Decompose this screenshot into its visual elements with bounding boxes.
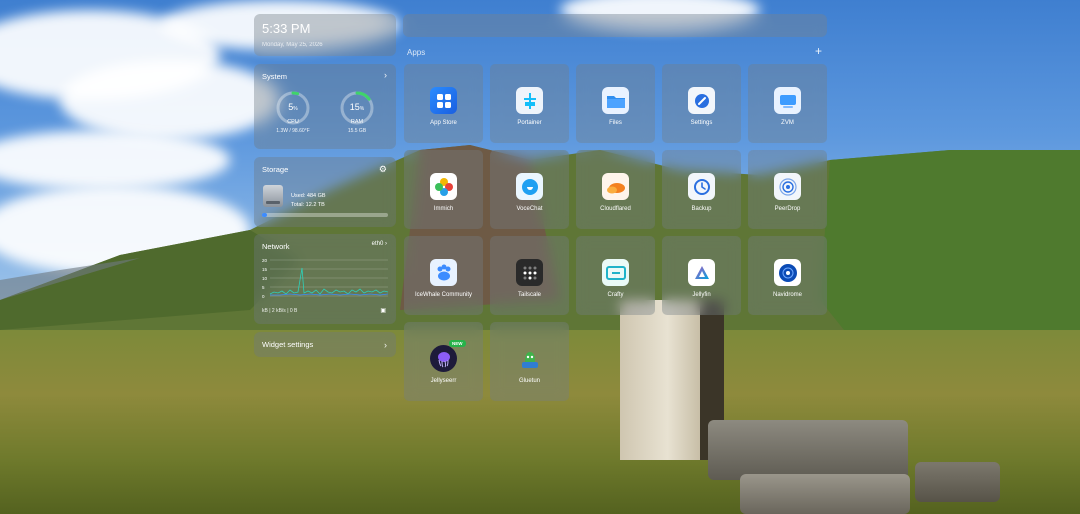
app-name: Cloudflared xyxy=(600,206,631,212)
storage-total: Total: 12.2 TB xyxy=(291,202,325,208)
gear-icon[interactable]: ⚙ xyxy=(379,164,387,175)
app-name: PeerDrop xyxy=(774,206,801,212)
app-tile-files[interactable]: Files xyxy=(576,64,655,143)
cloudflared-icon xyxy=(602,173,629,200)
settings-icon xyxy=(688,87,715,114)
stone xyxy=(915,462,1000,502)
app-store-icon xyxy=(430,87,457,114)
app-tile-icewhale-community[interactable]: IceWhale Community xyxy=(404,236,483,315)
jellyfin-icon xyxy=(688,259,715,286)
network-interface[interactable]: eth0 › xyxy=(372,241,387,247)
app-tile-immich[interactable]: Immich xyxy=(404,150,483,229)
search-bar[interactable] xyxy=(403,14,827,37)
app-tile-zvm[interactable]: ZVM xyxy=(748,64,827,143)
app-tile-backup[interactable]: Backup xyxy=(662,150,741,229)
cpu-label: CPU xyxy=(287,119,299,125)
tailscale-icon xyxy=(516,259,543,286)
app-tile-portainer[interactable]: Portainer xyxy=(490,64,569,143)
app-name: Jellyseerr xyxy=(430,378,457,384)
network-widget[interactable]: Network eth0 › 20 15 10 5 0 kB | 2 kB/s … xyxy=(254,234,396,324)
chevron-right-icon[interactable]: › xyxy=(384,70,387,80)
app-tile-gluetun[interactable]: Gluetun xyxy=(490,322,569,401)
app-name: IceWhale Community xyxy=(414,292,473,298)
hard-drive-icon xyxy=(263,185,283,207)
app-name: VoceChat xyxy=(516,206,543,212)
app-name: Backup xyxy=(691,206,712,212)
traffic-line xyxy=(270,293,389,296)
apps-section-title: Apps xyxy=(407,48,426,57)
ram-value: 15% xyxy=(349,102,365,112)
app-name: Navidrome xyxy=(772,292,802,298)
app-name: ZVM xyxy=(781,120,794,126)
add-app-button[interactable]: + xyxy=(815,44,822,58)
backup-icon xyxy=(688,173,715,200)
app-tile-tailscale[interactable]: Tailscale xyxy=(490,236,569,315)
y-tick: 15 xyxy=(262,267,268,272)
y-tick: 20 xyxy=(262,258,268,263)
cpu-detail: 1.3W / 98.60°F xyxy=(276,128,310,134)
app-tile-jellyseerr[interactable]: NEW Jellyseerr xyxy=(404,322,483,401)
icewhale-community-icon xyxy=(430,259,457,286)
app-tile-cloudflared[interactable]: Cloudflared xyxy=(576,150,655,229)
chevron-right-icon: › xyxy=(384,340,387,350)
cpu-value: 5% xyxy=(288,102,298,112)
files-icon xyxy=(602,87,629,114)
y-tick: 5 xyxy=(262,285,265,290)
storage-used: Used: 484 GB xyxy=(291,193,326,199)
stone xyxy=(740,474,910,514)
app-name: App Store xyxy=(430,120,457,126)
new-badge: NEW xyxy=(449,340,466,347)
system-widget[interactable]: System › 5% CPU 1.3W / 98.60°F 15% RAM 1… xyxy=(254,64,396,149)
network-card-icon: ▣ xyxy=(380,308,386,314)
clock-time: 5:33 PM xyxy=(262,21,311,36)
zvm-icon xyxy=(774,87,801,114)
gluetun-icon xyxy=(516,345,543,372)
crafty-icon xyxy=(602,259,629,286)
app-tile-app-store[interactable]: App Store xyxy=(404,64,483,143)
y-tick: 0 xyxy=(262,294,265,299)
storage-usage-fill xyxy=(262,213,268,217)
network-traffic-chart: 20 15 10 5 0 xyxy=(262,258,389,299)
storage-usage-bar xyxy=(262,213,388,217)
traffic-line xyxy=(269,267,389,295)
app-tile-settings[interactable]: Settings xyxy=(662,64,741,143)
ram-detail: 15.5 GB xyxy=(347,128,367,134)
peerdrop-icon xyxy=(774,173,801,200)
immich-icon xyxy=(430,173,457,200)
ram-label: RAM xyxy=(350,119,364,125)
clock-date: Monday, May 25, 2026 xyxy=(262,42,323,48)
app-name: Jellyfin xyxy=(692,292,711,298)
app-tile-crafty[interactable]: Crafty xyxy=(576,236,655,315)
app-tile-peerdrop[interactable]: PeerDrop xyxy=(748,150,827,229)
stone xyxy=(708,420,908,480)
network-footer: kB | 2 kB/s | 0 B xyxy=(262,308,298,314)
system-title: System xyxy=(262,72,288,81)
app-name: Portainer xyxy=(517,120,542,126)
app-tile-navidrome[interactable]: Navidrome xyxy=(748,236,827,315)
app-tile-vocechat[interactable]: VoceChat xyxy=(490,150,569,229)
navidrome-icon xyxy=(774,259,801,286)
widget-settings-label: Widget settings xyxy=(262,340,314,349)
storage-widget[interactable]: Storage ⚙ Used: 484 GB Total: 12.2 TB xyxy=(254,157,396,227)
app-name: Crafty xyxy=(607,292,624,298)
app-name: Immich xyxy=(433,206,454,212)
jellyseerr-icon xyxy=(430,345,457,372)
app-name: Settings xyxy=(690,120,713,126)
widget-settings-button[interactable]: Widget settings › xyxy=(254,332,396,357)
storage-title: Storage xyxy=(262,165,289,174)
y-tick: 10 xyxy=(262,276,268,281)
vocechat-icon xyxy=(516,173,543,200)
network-title: Network xyxy=(262,242,290,251)
app-name: Files xyxy=(609,120,622,126)
app-tile-jellyfin[interactable]: Jellyfin xyxy=(662,236,741,315)
clock-widget: 5:33 PM Monday, May 25, 2026 xyxy=(254,14,396,56)
app-name: Tailscale xyxy=(517,292,541,298)
app-name: Gluetun xyxy=(518,378,540,384)
portainer-icon xyxy=(516,87,543,114)
